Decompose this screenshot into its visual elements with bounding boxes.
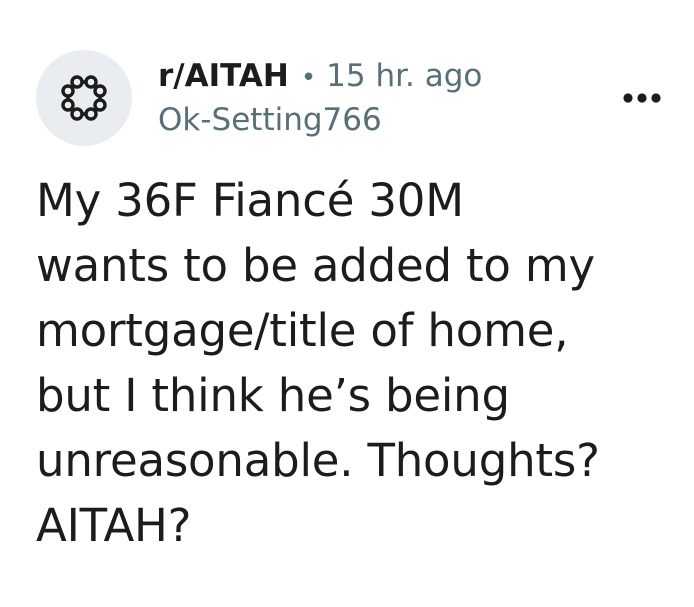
more-options-button[interactable] [614,76,670,120]
meta-separator: • [300,63,317,93]
post-meta: r/AITAH • 15 hr. ago Ok-Setting766 [158,54,482,140]
subreddit-link[interactable]: r/AITAH [158,54,289,98]
post-title-line: but I think he’s being [36,369,510,422]
post-header: r/AITAH • 15 hr. ago Ok-Setting766 [36,50,666,150]
post-title-line: mortgage/title of home, [36,304,569,357]
post-title-line: unreasonable. Thoughts? [36,434,600,487]
subreddit-avatar[interactable] [36,50,132,146]
ellipsis-horizontal-icon [623,93,661,103]
post-title-line: AITAH? [36,499,192,552]
subreddit-community-icon [61,75,107,121]
post-title-line: My 36F Fiancé 30M [36,174,464,227]
post-title[interactable]: My 36F Fiancé 30M wants to be added to m… [36,168,676,558]
post-timestamp: 15 hr. ago [326,58,483,94]
post-title-line: wants to be added to my [36,239,595,292]
post-meta-line: r/AITAH • 15 hr. ago [158,54,482,100]
author-username[interactable]: Ok-Setting766 [158,100,482,140]
